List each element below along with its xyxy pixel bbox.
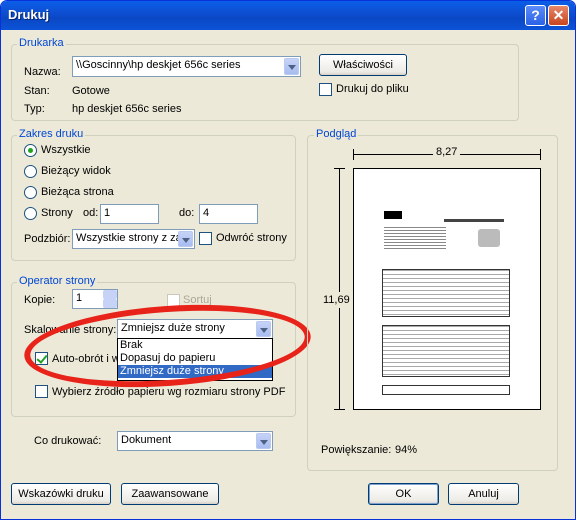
- preview-table-1: [382, 269, 510, 317]
- to-input[interactable]: 4: [199, 204, 258, 224]
- height-dimension-tick-top: [334, 168, 345, 169]
- title-bar[interactable]: Drukuj ? ✕: [1, 1, 575, 30]
- current-view-radio[interactable]: [24, 165, 37, 178]
- print-to-file-label[interactable]: Drukuj do pliku: [336, 83, 409, 95]
- type-label: Typ:: [24, 103, 45, 115]
- copies-label: Kopie:: [24, 294, 56, 306]
- what-to-print-value: Dokument: [121, 434, 172, 446]
- preview-group-label: Podgląd: [314, 128, 359, 140]
- print-dialog: Drukuj ? ✕ Drukarka Nazwa: \\Goscinny\hp…: [0, 0, 576, 520]
- status-value: Gotowe: [72, 85, 110, 97]
- page-handling-group-label: Operator strony: [17, 275, 98, 287]
- preview-page-content: [382, 209, 510, 399]
- status-label: Stan:: [24, 85, 50, 97]
- all-radio[interactable]: [24, 144, 37, 157]
- properties-button[interactable]: Właściwości: [319, 54, 407, 76]
- printer-name-label: Nazwa:: [24, 66, 61, 78]
- copies-value: 1: [76, 292, 83, 304]
- choose-paper-label[interactable]: Wybierz źródło papieru wg rozmiaru stron…: [52, 386, 285, 398]
- preview-table-3: [382, 385, 510, 395]
- zoom-value: 94%: [395, 444, 418, 456]
- chevron-down-icon[interactable]: [178, 231, 193, 247]
- spinner-up-icon[interactable]: [103, 290, 117, 299]
- choose-paper-checkbox[interactable]: [35, 385, 48, 398]
- width-dimension-tick-right: [540, 149, 541, 160]
- help-button[interactable]: ?: [525, 5, 546, 26]
- all-label[interactable]: Wszystkie: [41, 144, 91, 156]
- reverse-pages-label[interactable]: Odwróć strony: [216, 232, 287, 244]
- to-label: do:: [179, 207, 195, 219]
- preview-heading: [444, 219, 504, 222]
- pages-label[interactable]: Strony: [41, 207, 73, 219]
- current-page-radio[interactable]: [24, 186, 37, 199]
- subset-label: Podzbiór:: [24, 233, 71, 245]
- spinner-down-icon[interactable]: [103, 299, 117, 308]
- page-preview: [353, 168, 541, 410]
- what-to-print-select[interactable]: Dokument: [117, 431, 273, 451]
- ok-button[interactable]: OK: [368, 483, 439, 505]
- printer-group-label: Drukarka: [17, 37, 66, 49]
- width-value: 8,27: [433, 146, 461, 158]
- what-to-print-label: Co drukować:: [34, 435, 102, 447]
- window-title: Drukuj: [8, 7, 50, 22]
- preview-logo: [384, 211, 402, 219]
- from-input[interactable]: 1: [100, 204, 159, 224]
- height-dimension-tick-bottom: [334, 409, 345, 410]
- print-to-file-checkbox[interactable]: [319, 83, 332, 96]
- current-page-label[interactable]: Bieżąca strona: [41, 186, 114, 198]
- preview-text-block: [384, 227, 446, 249]
- close-button[interactable]: ✕: [548, 5, 569, 26]
- height-dimension-line: [339, 168, 340, 410]
- reverse-pages-checkbox[interactable]: [199, 232, 212, 245]
- chevron-down-icon[interactable]: [256, 433, 271, 449]
- subset-select[interactable]: Wszystkie strony z za: [72, 229, 195, 249]
- type-value: hp deskjet 656c series: [72, 103, 182, 115]
- printing-tips-button[interactable]: Wskazówki druku: [11, 483, 111, 505]
- subset-value: Wszystkie strony z za: [76, 232, 182, 244]
- printer-name-value: \\Goscinny\hp deskjet 656c series: [76, 59, 241, 71]
- from-label: od:: [83, 207, 99, 219]
- preview-component-image: [478, 229, 500, 247]
- advanced-button[interactable]: Zaawansowane: [121, 483, 219, 505]
- chevron-down-icon[interactable]: [284, 58, 299, 75]
- printer-name-select[interactable]: \\Goscinny\hp deskjet 656c series: [72, 56, 301, 77]
- preview-table-2: [382, 325, 510, 377]
- width-dimension-tick-left: [353, 149, 354, 160]
- height-value: 11,69: [323, 292, 350, 308]
- current-view-label[interactable]: Bieżący widok: [41, 165, 111, 177]
- print-range-group-label: Zakres druku: [17, 128, 86, 140]
- zoom-label: Powiększanie:: [321, 444, 392, 456]
- cancel-button[interactable]: Anuluj: [448, 483, 519, 505]
- pages-radio[interactable]: [24, 207, 37, 220]
